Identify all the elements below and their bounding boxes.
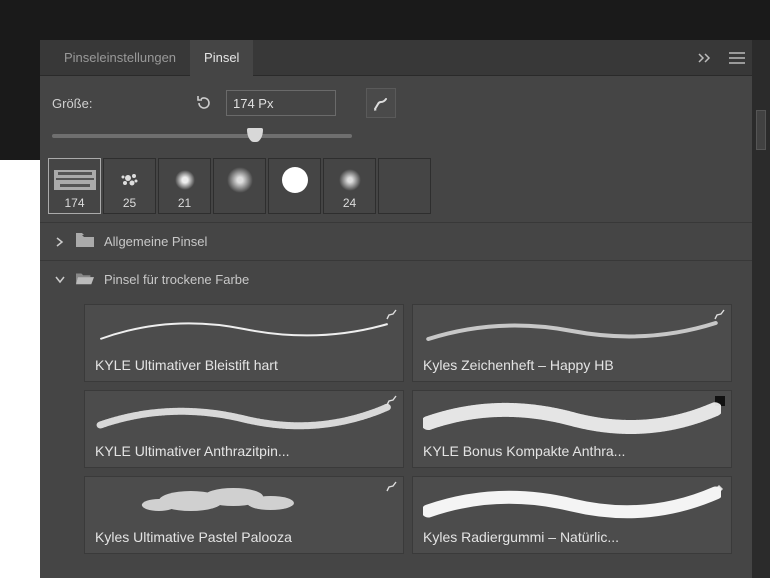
recent-brush[interactable] [268, 158, 321, 214]
recent-brush-size: 174 [64, 196, 84, 210]
brush-preset[interactable]: Kyles Ultimative Pastel Palooza [84, 476, 404, 554]
brush-preset[interactable]: KYLE Ultimativer Anthrazitpin... [84, 390, 404, 468]
tab-brush-settings[interactable]: Pinseleinstellungen [50, 40, 190, 76]
brushes-panel: Pinseleinstellungen Pinsel Größe: [40, 40, 752, 578]
recent-brushes-row: 174 25 21 24 [40, 158, 752, 222]
tab-label: Pinsel [204, 50, 239, 65]
group-label: Allgemeine Pinsel [104, 234, 207, 249]
folder-icon [76, 233, 94, 250]
brush-grid: KYLE Ultimativer Bleistift hart Kyles Ze… [40, 298, 752, 566]
brush-preset[interactable]: KYLE Ultimativer Bleistift hart [84, 304, 404, 382]
tab-brushes[interactable]: Pinsel [190, 40, 253, 76]
folder-open-icon [76, 271, 94, 288]
recent-brush[interactable]: 174 [48, 158, 101, 214]
slider-thumb-icon[interactable] [247, 128, 263, 142]
size-slider[interactable] [52, 126, 352, 146]
brush-preview-toggle-icon[interactable] [366, 88, 396, 118]
brush-label: Kyles Radiergummi – Natürlic... [423, 529, 721, 545]
size-label: Größe: [52, 96, 182, 111]
brush-label: KYLE Bonus Kompakte Anthra... [423, 443, 721, 459]
brush-label: KYLE Ultimativer Bleistift hart [95, 357, 393, 373]
brush-preset[interactable]: Kyles Zeichenheft – Happy HB [412, 304, 732, 382]
size-input[interactable] [226, 90, 336, 116]
chevron-right-icon [54, 237, 66, 247]
recent-brush[interactable] [213, 158, 266, 214]
collapsed-panel-stub[interactable] [756, 110, 766, 150]
recent-brush[interactable]: 25 [103, 158, 156, 214]
recent-brush-size: 21 [178, 196, 191, 210]
recent-brush[interactable]: 21 [158, 158, 211, 214]
panel-menu-icon[interactable] [722, 40, 752, 76]
brush-preset[interactable]: Kyles Radiergummi – Natürlic... [412, 476, 732, 554]
recent-brush[interactable]: 24 [323, 158, 376, 214]
brush-preset[interactable]: KYLE Bonus Kompakte Anthra... [412, 390, 732, 468]
brush-group-general[interactable]: Allgemeine Pinsel [40, 222, 752, 260]
reset-size-icon[interactable] [192, 91, 216, 115]
tab-label: Pinseleinstellungen [64, 50, 176, 65]
chevron-down-icon [54, 276, 66, 284]
recent-brush-size: 25 [123, 196, 136, 210]
group-label: Pinsel für trockene Farbe [104, 272, 249, 287]
recent-brush[interactable] [378, 158, 431, 214]
brush-label: KYLE Ultimativer Anthrazitpin... [95, 443, 393, 459]
size-row: Größe: [40, 76, 752, 122]
brush-label: Kyles Zeichenheft – Happy HB [423, 357, 721, 373]
brush-group-dry[interactable]: Pinsel für trockene Farbe [40, 260, 752, 298]
brush-label: Kyles Ultimative Pastel Palooza [95, 529, 393, 545]
recent-brush-size: 24 [343, 196, 356, 210]
expand-panel-icon[interactable] [692, 40, 722, 76]
panel-tabs: Pinseleinstellungen Pinsel [40, 40, 752, 76]
